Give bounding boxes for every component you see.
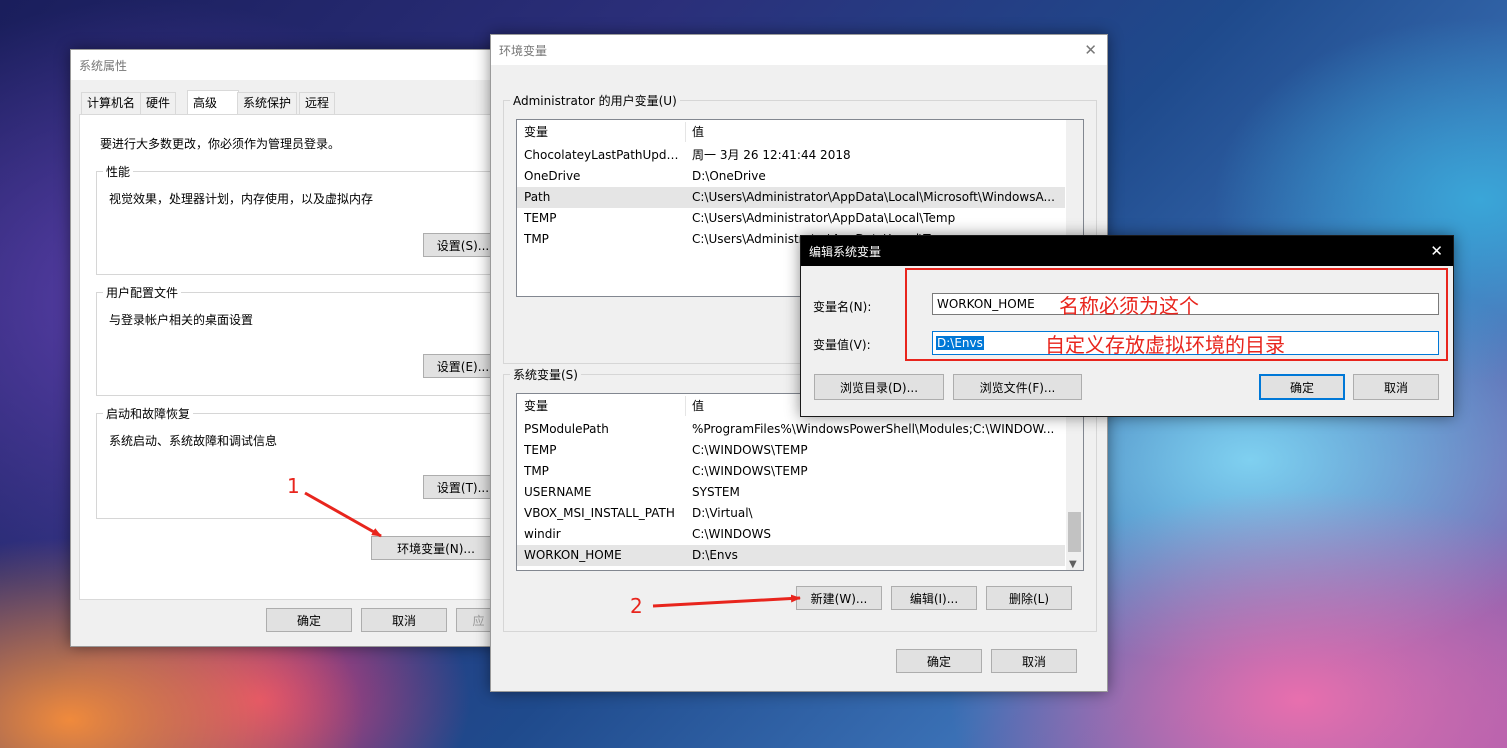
browse-file-button[interactable]: 浏览文件(F)... [953, 374, 1082, 400]
variable-value-label: 变量值(V): [813, 338, 871, 352]
user-profile-desc: 与登录帐户相关的桌面设置 [109, 313, 254, 327]
variable-name: TMP [524, 232, 549, 246]
user-list-header: 变量 值 [517, 120, 1065, 144]
list-item[interactable]: Path C:\Users\Administrator\AppData\Loca… [517, 187, 1065, 208]
variable-name: windir [524, 527, 561, 541]
column-value[interactable]: 值 [692, 394, 704, 418]
variable-value: C:\WINDOWS\TEMP [692, 464, 808, 478]
sysprops-cancel-button[interactable]: 取消 [361, 608, 447, 632]
user-variables-title: Administrator 的用户变量(U) [510, 92, 680, 109]
column-value[interactable]: 值 [692, 120, 704, 144]
column-variable[interactable]: 变量 [524, 394, 548, 418]
column-divider[interactable] [685, 122, 686, 142]
list-item[interactable]: USERNAME SYSTEM [517, 482, 1065, 503]
column-variable[interactable]: 变量 [524, 120, 548, 144]
variable-name: ChocolateyLastPathUpdate [524, 148, 684, 162]
performance-desc: 视觉效果，处理器计划，内存使用，以及虚拟内存 [109, 192, 374, 206]
chevron-down-icon[interactable]: ▼ [1069, 559, 1077, 570]
scrollbar-thumb[interactable] [1068, 512, 1081, 552]
performance-title: 性能 [103, 163, 134, 180]
variable-name: TMP [524, 464, 549, 478]
edit-dialog-titlebar[interactable]: 编辑系统变量 ✕ [801, 236, 1453, 266]
variable-name: OneDrive [524, 169, 581, 183]
edit-cancel-button[interactable]: 取消 [1353, 374, 1439, 400]
browse-directory-button[interactable]: 浏览目录(D)... [814, 374, 944, 400]
step-2-label: 2 [630, 594, 643, 618]
admin-note: 要进行大多数更改，你必须作为管理员登录。 [100, 137, 341, 151]
sysprops-ok-button[interactable]: 确定 [266, 608, 352, 632]
variable-value: C:\Users\Administrator\AppData\Local\Tem… [692, 211, 956, 225]
value-note: 自定义存放虚拟环境的目录 [1045, 333, 1285, 357]
variable-value: 周一 3月 26 12:41:44 2018 [692, 148, 851, 162]
variable-value: D:\OneDrive [692, 169, 766, 183]
list-item[interactable]: windir C:\WINDOWS [517, 524, 1065, 545]
system-variables-list[interactable]: 变量 值 PSModulePath %ProgramFiles%\Windows… [516, 393, 1084, 571]
tab-system-protection[interactable]: 系统保护 [237, 92, 298, 114]
tab-panel: 要进行大多数更改，你必须作为管理员登录。 性能 视觉效果，处理器计划，内存使用，… [79, 114, 503, 600]
variable-value: D:\Virtual\ [692, 506, 753, 520]
close-icon[interactable]: ✕ [1084, 41, 1097, 59]
list-item[interactable]: TEMP C:\Users\Administrator\AppData\Loca… [517, 208, 1065, 229]
variable-value: C:\WINDOWS [692, 527, 772, 541]
variable-value: D:\Envs [692, 548, 738, 562]
system-properties-window: 系统属性 计算机名 硬件 高级 系统保护 远程 要进行大多数更改，你必须作为管理… [70, 49, 503, 647]
performance-group: 性能 视觉效果，处理器计划，内存使用，以及虚拟内存 设置(S)... [96, 163, 503, 275]
user-profile-group: 用户配置文件 与登录帐户相关的桌面设置 设置(E)... [96, 284, 503, 396]
system-list-scrollbar[interactable]: ▼ [1066, 394, 1083, 570]
list-item[interactable]: WORKON_HOME D:\Envs [517, 545, 1065, 566]
edit-variable-button[interactable]: 编辑(I)... [891, 586, 977, 610]
list-item[interactable]: VBOX_MSI_INSTALL_PATH D:\Virtual\ [517, 503, 1065, 524]
list-item[interactable]: OneDrive D:\OneDrive [517, 166, 1065, 187]
column-divider[interactable] [685, 396, 686, 416]
env-cancel-button[interactable]: 取消 [991, 649, 1077, 673]
tab-remote[interactable]: 远程 [299, 92, 336, 114]
tab-advanced[interactable]: 高级 [187, 90, 239, 115]
variable-name: Path [524, 190, 551, 204]
new-variable-button[interactable]: 新建(W)... [796, 586, 882, 610]
edit-dialog-title: 编辑系统变量 [809, 244, 882, 259]
variable-value: %ProgramFiles%\WindowsPowerShell\Modules… [692, 422, 1055, 436]
system-properties-titlebar[interactable]: 系统属性 [71, 50, 501, 80]
variable-value: C:\Users\Administrator\AppData\Local\Mic… [692, 190, 1055, 204]
startup-group: 启动和故障恢复 系统启动、系统故障和调试信息 设置(T)... [96, 405, 503, 519]
env-titlebar[interactable]: 环境变量 ✕ [491, 35, 1107, 65]
delete-variable-button[interactable]: 删除(L) [986, 586, 1072, 610]
user-profile-title: 用户配置文件 [103, 284, 182, 301]
env-ok-button[interactable]: 确定 [896, 649, 982, 673]
variable-name: VBOX_MSI_INSTALL_PATH [524, 506, 675, 520]
tab-strip: 计算机名 硬件 高级 系统保护 远程 [81, 90, 501, 115]
name-note: 名称必须为这个 [1059, 294, 1199, 318]
startup-desc: 系统启动、系统故障和调试信息 [109, 434, 278, 448]
close-icon[interactable]: ✕ [1430, 242, 1443, 260]
variable-name: WORKON_HOME [524, 548, 622, 562]
variable-name: TEMP [524, 211, 557, 225]
variable-value: C:\WINDOWS\TEMP [692, 443, 808, 457]
tab-computer-name[interactable]: 计算机名 [81, 92, 142, 114]
variable-value: SYSTEM [692, 485, 740, 499]
variable-name: TEMP [524, 443, 557, 457]
environment-variables-button[interactable]: 环境变量(N)... [371, 536, 501, 560]
list-item[interactable]: TEMP C:\WINDOWS\TEMP [517, 440, 1065, 461]
step-1-label: 1 [287, 474, 300, 498]
list-item[interactable]: PSModulePath %ProgramFiles%\WindowsPower… [517, 419, 1065, 440]
window-title: 系统属性 [79, 58, 128, 73]
list-item[interactable]: ChocolateyLastPathUpdate 周一 3月 26 12:41:… [517, 145, 1065, 166]
edit-ok-button[interactable]: 确定 [1259, 374, 1345, 400]
startup-title: 启动和故障恢复 [103, 405, 194, 422]
tab-hardware[interactable]: 硬件 [140, 92, 177, 114]
variable-name-label: 变量名(N): [813, 300, 872, 314]
env-window-title: 环境变量 [499, 43, 548, 58]
system-variables-title: 系统变量(S) [510, 366, 581, 383]
list-item[interactable]: TMP C:\WINDOWS\TEMP [517, 461, 1065, 482]
variable-name: PSModulePath [524, 422, 609, 436]
variable-name: USERNAME [524, 485, 592, 499]
